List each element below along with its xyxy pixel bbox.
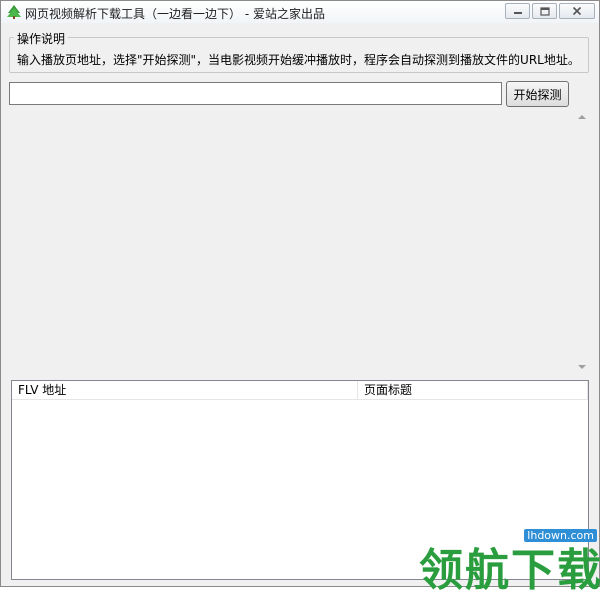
results-list-header: FLV 地址 页面标题 xyxy=(12,381,588,400)
column-header-page-title[interactable]: 页面标题 xyxy=(358,381,588,400)
start-detect-button[interactable]: 开始探测 xyxy=(506,81,569,107)
instructions-text: 输入播放页地址，选择"开始探测"，当电影视频开始缓冲播放时，程序会自动探测到播放… xyxy=(17,53,580,67)
column-header-flv-url[interactable]: FLV 地址 xyxy=(12,381,358,400)
watermark-site: lhdown.com xyxy=(524,529,597,542)
minimize-button[interactable] xyxy=(505,3,530,19)
close-icon xyxy=(572,6,582,16)
app-tree-icon xyxy=(6,4,22,20)
maximize-icon xyxy=(539,6,550,16)
url-input[interactable] xyxy=(9,82,502,105)
scroll-up-icon[interactable] xyxy=(578,115,586,119)
watermark-text: 领航下载 xyxy=(419,545,600,596)
watermark-logo: 领航下载 lhdown.com xyxy=(419,526,600,596)
scroll-down-icon[interactable] xyxy=(578,365,586,369)
title-bar[interactable]: 网页视频解析下载工具（一边看一边下） - 爱站之家出品 xyxy=(1,1,599,23)
app-window: 网页视频解析下载工具（一边看一边下） - 爱站之家出品 操作说明 输入播放页地址… xyxy=(0,0,600,596)
close-button[interactable] xyxy=(559,3,595,19)
vertical-scrollbar[interactable] xyxy=(575,109,589,375)
window-title: 网页视频解析下载工具（一边看一边下） - 爱站之家出品 xyxy=(25,7,325,21)
maximize-button[interactable] xyxy=(532,3,557,19)
instructions-legend: 操作说明 xyxy=(14,30,69,47)
detection-output-area xyxy=(9,109,589,375)
minimize-icon xyxy=(513,12,522,14)
